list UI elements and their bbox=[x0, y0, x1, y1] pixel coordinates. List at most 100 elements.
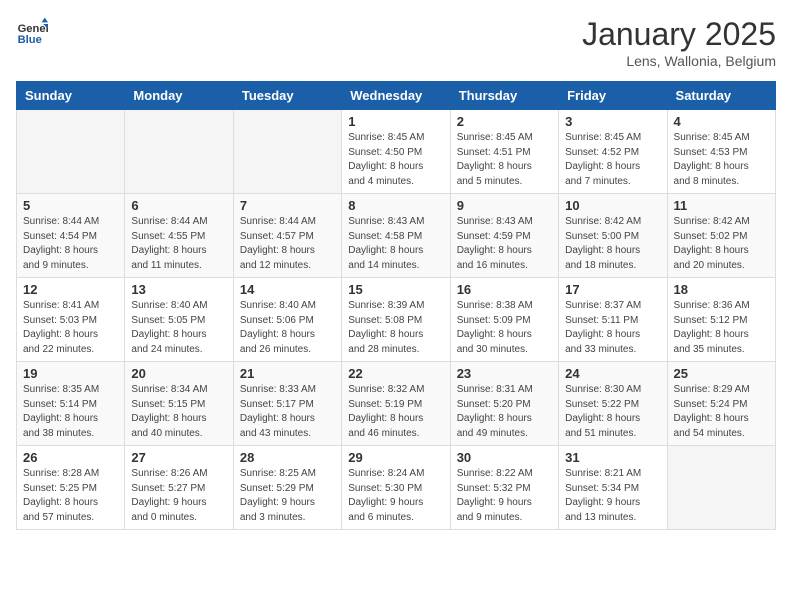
weekday-header-saturday: Saturday bbox=[667, 82, 775, 110]
day-info: Sunrise: 8:24 AM Sunset: 5:30 PM Dayligh… bbox=[348, 467, 443, 525]
calendar-cell: 1Sunrise: 8:45 AM Sunset: 4:50 PM Daylig… bbox=[342, 110, 450, 194]
day-info: Sunrise: 8:42 AM Sunset: 5:02 PM Dayligh… bbox=[674, 215, 769, 273]
calendar-cell: 25 Sunrise: 8:29 AM Sunset: 5:24 PM Dayli… bbox=[667, 362, 775, 446]
day-number: 20 bbox=[131, 366, 226, 381]
day-number: 7 bbox=[240, 198, 335, 213]
svg-text:Blue: Blue bbox=[18, 34, 42, 46]
calendar-cell: 21 Sunrise: 8:33 AM Sunset: 5:17 PM Dayli… bbox=[233, 362, 341, 446]
day-number: 4 bbox=[674, 114, 769, 129]
weekday-header-row: SundayMondayTuesdayWednesdayThursdayFrid… bbox=[17, 82, 776, 110]
calendar-cell: 7 Sunrise: 8:44 AM Sunset: 4:57 PM Daylig… bbox=[233, 194, 341, 278]
calendar-cell: 30Sunrise: 8:22 AM Sunset: 5:32 PM Dayli… bbox=[450, 446, 558, 530]
day-info: Sunrise: 8:36 AM Sunset: 5:12 PM Dayligh… bbox=[674, 299, 769, 357]
day-number: 21 bbox=[240, 366, 335, 381]
day-info: Sunrise: 8:44 AM Sunset: 4:55 PM Dayligh… bbox=[131, 215, 226, 273]
calendar-cell: 8 Sunrise: 8:43 AM Sunset: 4:58 PM Daylig… bbox=[342, 194, 450, 278]
calendar-cell: 15 Sunrise: 8:39 AM Sunset: 5:08 PM Dayli… bbox=[342, 278, 450, 362]
day-number: 2 bbox=[457, 114, 552, 129]
day-number: 14 bbox=[240, 282, 335, 297]
day-info: Sunrise: 8:29 AM Sunset: 5:24 PM Dayligh… bbox=[674, 383, 769, 441]
day-number: 27 bbox=[131, 450, 226, 465]
day-info: Sunrise: 8:22 AM Sunset: 5:32 PM Dayligh… bbox=[457, 467, 552, 525]
calendar-week-3: 12 Sunrise: 8:41 AM Sunset: 5:03 PM Dayli… bbox=[17, 278, 776, 362]
day-info: Sunrise: 8:41 AM Sunset: 5:03 PM Dayligh… bbox=[23, 299, 118, 357]
day-info: Sunrise: 8:34 AM Sunset: 5:15 PM Dayligh… bbox=[131, 383, 226, 441]
calendar-cell: 23 Sunrise: 8:31 AM Sunset: 5:20 PM Dayli… bbox=[450, 362, 558, 446]
day-number: 26 bbox=[23, 450, 118, 465]
weekday-header-thursday: Thursday bbox=[450, 82, 558, 110]
calendar-cell: 11Sunrise: 8:42 AM Sunset: 5:02 PM Dayli… bbox=[667, 194, 775, 278]
day-number: 6 bbox=[131, 198, 226, 213]
day-info: Sunrise: 8:25 AM Sunset: 5:29 PM Dayligh… bbox=[240, 467, 335, 525]
logo: General Blue bbox=[16, 16, 48, 48]
day-number: 23 bbox=[457, 366, 552, 381]
day-info: Sunrise: 8:44 AM Sunset: 4:54 PM Dayligh… bbox=[23, 215, 118, 273]
day-number: 31 bbox=[565, 450, 660, 465]
calendar-cell: 13Sunrise: 8:40 AM Sunset: 5:05 PM Dayli… bbox=[125, 278, 233, 362]
day-number: 28 bbox=[240, 450, 335, 465]
day-number: 18 bbox=[674, 282, 769, 297]
calendar-cell: 3 Sunrise: 8:45 AM Sunset: 4:52 PM Daylig… bbox=[559, 110, 667, 194]
day-info: Sunrise: 8:42 AM Sunset: 5:00 PM Dayligh… bbox=[565, 215, 660, 273]
calendar-cell: 10 Sunrise: 8:42 AM Sunset: 5:00 PM Dayli… bbox=[559, 194, 667, 278]
calendar-week-2: 5 Sunrise: 8:44 AM Sunset: 4:54 PM Daylig… bbox=[17, 194, 776, 278]
calendar-cell: 9Sunrise: 8:43 AM Sunset: 4:59 PM Daylig… bbox=[450, 194, 558, 278]
calendar-cell bbox=[233, 110, 341, 194]
weekday-header-monday: Monday bbox=[125, 82, 233, 110]
svg-text:General: General bbox=[18, 23, 48, 35]
day-info: Sunrise: 8:37 AM Sunset: 5:11 PM Dayligh… bbox=[565, 299, 660, 357]
calendar-cell: 20 Sunrise: 8:34 AM Sunset: 5:15 PM Dayli… bbox=[125, 362, 233, 446]
calendar-table: SundayMondayTuesdayWednesdayThursdayFrid… bbox=[16, 81, 776, 530]
calendar-cell: 28 Sunrise: 8:25 AM Sunset: 5:29 PM Dayli… bbox=[233, 446, 341, 530]
location-title: Lens, Wallonia, Belgium bbox=[582, 53, 776, 69]
calendar-cell: 4 Sunrise: 8:45 AM Sunset: 4:53 PM Daylig… bbox=[667, 110, 775, 194]
weekday-header-friday: Friday bbox=[559, 82, 667, 110]
calendar-cell: 31Sunrise: 8:21 AM Sunset: 5:34 PM Dayli… bbox=[559, 446, 667, 530]
calendar-cell: 27 Sunrise: 8:26 AM Sunset: 5:27 PM Dayli… bbox=[125, 446, 233, 530]
day-info: Sunrise: 8:26 AM Sunset: 5:27 PM Dayligh… bbox=[131, 467, 226, 525]
day-number: 8 bbox=[348, 198, 443, 213]
calendar-cell: 17 Sunrise: 8:37 AM Sunset: 5:11 PM Dayli… bbox=[559, 278, 667, 362]
day-number: 10 bbox=[565, 198, 660, 213]
day-info: Sunrise: 8:32 AM Sunset: 5:19 PM Dayligh… bbox=[348, 383, 443, 441]
calendar-week-1: 1Sunrise: 8:45 AM Sunset: 4:50 PM Daylig… bbox=[17, 110, 776, 194]
day-number: 15 bbox=[348, 282, 443, 297]
day-number: 24 bbox=[565, 366, 660, 381]
calendar-cell: 14 Sunrise: 8:40 AM Sunset: 5:06 PM Dayli… bbox=[233, 278, 341, 362]
day-info: Sunrise: 8:39 AM Sunset: 5:08 PM Dayligh… bbox=[348, 299, 443, 357]
day-number: 17 bbox=[565, 282, 660, 297]
title-block: January 2025 Lens, Wallonia, Belgium bbox=[582, 16, 776, 69]
day-number: 5 bbox=[23, 198, 118, 213]
day-info: Sunrise: 8:31 AM Sunset: 5:20 PM Dayligh… bbox=[457, 383, 552, 441]
calendar-cell: 16Sunrise: 8:38 AM Sunset: 5:09 PM Dayli… bbox=[450, 278, 558, 362]
day-info: Sunrise: 8:28 AM Sunset: 5:25 PM Dayligh… bbox=[23, 467, 118, 525]
calendar-cell: 24 Sunrise: 8:30 AM Sunset: 5:22 PM Dayli… bbox=[559, 362, 667, 446]
day-info: Sunrise: 8:33 AM Sunset: 5:17 PM Dayligh… bbox=[240, 383, 335, 441]
month-title: January 2025 bbox=[582, 16, 776, 53]
day-number: 3 bbox=[565, 114, 660, 129]
day-info: Sunrise: 8:45 AM Sunset: 4:51 PM Dayligh… bbox=[457, 131, 552, 189]
day-info: Sunrise: 8:45 AM Sunset: 4:53 PM Dayligh… bbox=[674, 131, 769, 189]
calendar-cell: 29Sunrise: 8:24 AM Sunset: 5:30 PM Dayli… bbox=[342, 446, 450, 530]
calendar-cell: 2 Sunrise: 8:45 AM Sunset: 4:51 PM Daylig… bbox=[450, 110, 558, 194]
day-number: 16 bbox=[457, 282, 552, 297]
calendar-cell: 12 Sunrise: 8:41 AM Sunset: 5:03 PM Dayli… bbox=[17, 278, 125, 362]
calendar-week-4: 19Sunrise: 8:35 AM Sunset: 5:14 PM Dayli… bbox=[17, 362, 776, 446]
day-info: Sunrise: 8:30 AM Sunset: 5:22 PM Dayligh… bbox=[565, 383, 660, 441]
day-info: Sunrise: 8:40 AM Sunset: 5:06 PM Dayligh… bbox=[240, 299, 335, 357]
day-info: Sunrise: 8:44 AM Sunset: 4:57 PM Dayligh… bbox=[240, 215, 335, 273]
day-number: 19 bbox=[23, 366, 118, 381]
day-info: Sunrise: 8:40 AM Sunset: 5:05 PM Dayligh… bbox=[131, 299, 226, 357]
day-number: 12 bbox=[23, 282, 118, 297]
calendar-week-5: 26 Sunrise: 8:28 AM Sunset: 5:25 PM Dayli… bbox=[17, 446, 776, 530]
day-number: 1 bbox=[348, 114, 443, 129]
calendar-cell bbox=[17, 110, 125, 194]
day-number: 25 bbox=[674, 366, 769, 381]
day-info: Sunrise: 8:43 AM Sunset: 4:58 PM Dayligh… bbox=[348, 215, 443, 273]
calendar-cell bbox=[125, 110, 233, 194]
day-info: Sunrise: 8:45 AM Sunset: 4:52 PM Dayligh… bbox=[565, 131, 660, 189]
logo-icon: General Blue bbox=[16, 16, 48, 48]
calendar-cell: 6 Sunrise: 8:44 AM Sunset: 4:55 PM Daylig… bbox=[125, 194, 233, 278]
calendar-cell bbox=[667, 446, 775, 530]
weekday-header-wednesday: Wednesday bbox=[342, 82, 450, 110]
